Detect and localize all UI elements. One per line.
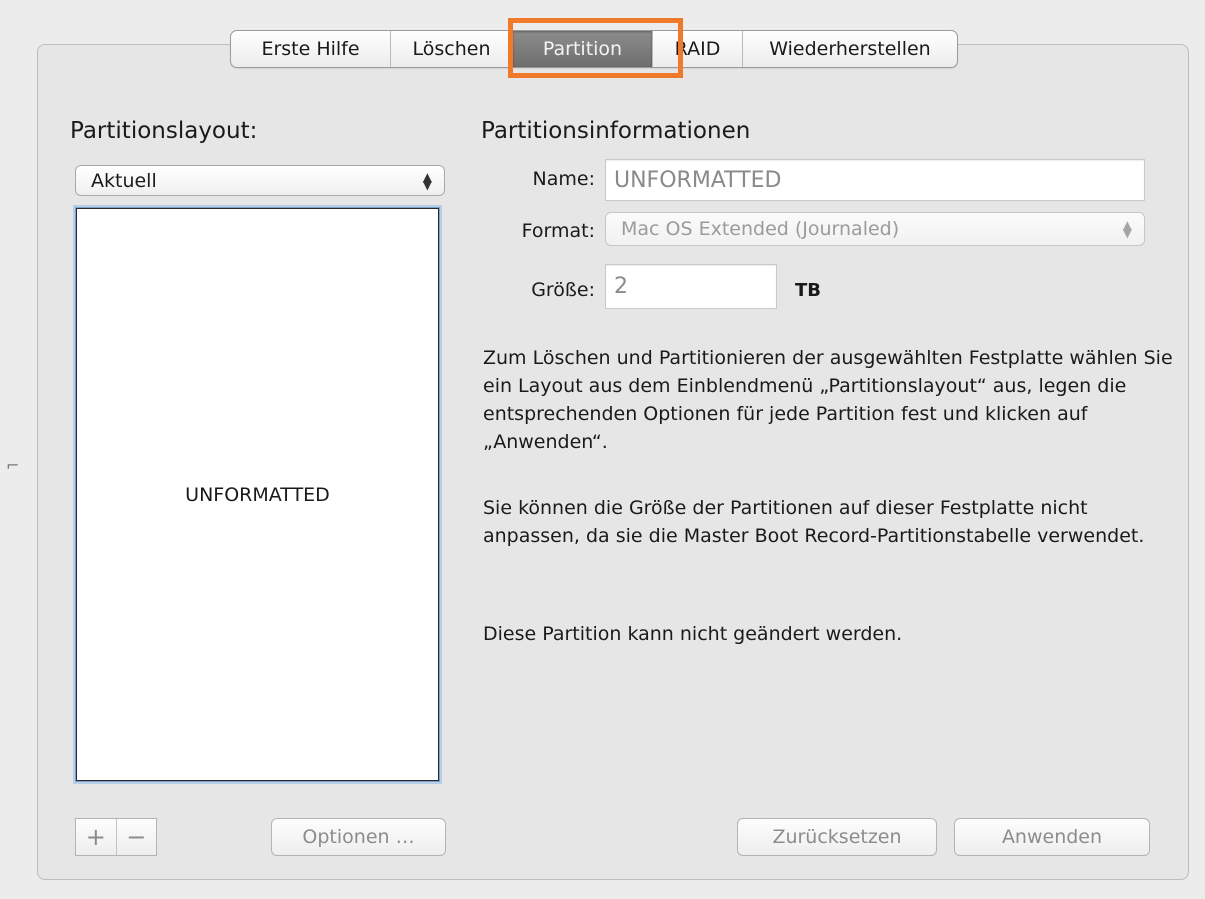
add-remove-partition-group: + − (75, 818, 157, 856)
options-button[interactable]: Optionen … (271, 818, 446, 856)
size-field[interactable]: 2 (605, 264, 777, 309)
format-select-value: Mac OS Extended (Journaled) (621, 218, 900, 240)
apply-button[interactable]: Anwenden (954, 818, 1150, 856)
tab-partition[interactable]: Partition (513, 31, 653, 67)
partition-layout-select[interactable]: Aktuell ▲ ▼ (75, 165, 445, 196)
select-arrows-icon: ▲ ▼ (1122, 218, 1132, 240)
tab-erste-hilfe[interactable]: Erste Hilfe (231, 31, 391, 67)
tab-raid[interactable]: RAID (653, 31, 743, 67)
tab-wiederherstellen[interactable]: Wiederherstellen (743, 31, 957, 67)
partition-layout-map[interactable]: UNFORMATTED (75, 207, 440, 782)
name-field[interactable]: UNFORMATTED (605, 159, 1145, 201)
instructions-text: Zum Löschen und Partitionieren der ausge… (483, 347, 1173, 453)
size-unit-label: TB (795, 280, 821, 301)
tab-loeschen[interactable]: Löschen (391, 31, 513, 67)
select-arrows-icon: ▲ ▼ (422, 169, 432, 192)
format-label: Format: (521, 220, 595, 242)
resize-note-text: Sie können die Größe der Partitionen auf… (483, 497, 1145, 547)
format-select[interactable]: Mac OS Extended (Journaled) ▲ ▼ (605, 212, 1145, 246)
size-label: Größe: (531, 279, 595, 301)
partition-layout-select-value: Aktuell (91, 169, 157, 192)
remove-partition-button[interactable]: − (117, 819, 157, 855)
partition-layout-heading: Partitionslayout: (70, 118, 258, 144)
locked-partition-note: Diese Partition kann nicht geändert werd… (483, 623, 903, 645)
revert-button[interactable]: Zurücksetzen (737, 818, 937, 856)
partition-info-heading: Partitionsinformationen (481, 118, 751, 144)
window-edge-mark: ⌐ (6, 456, 20, 475)
name-label: Name: (532, 168, 595, 190)
tab-bar: Erste Hilfe Löschen Partition RAID Wiede… (230, 30, 958, 68)
partition-block-label: UNFORMATTED (185, 483, 330, 506)
add-partition-button[interactable]: + (76, 819, 117, 855)
